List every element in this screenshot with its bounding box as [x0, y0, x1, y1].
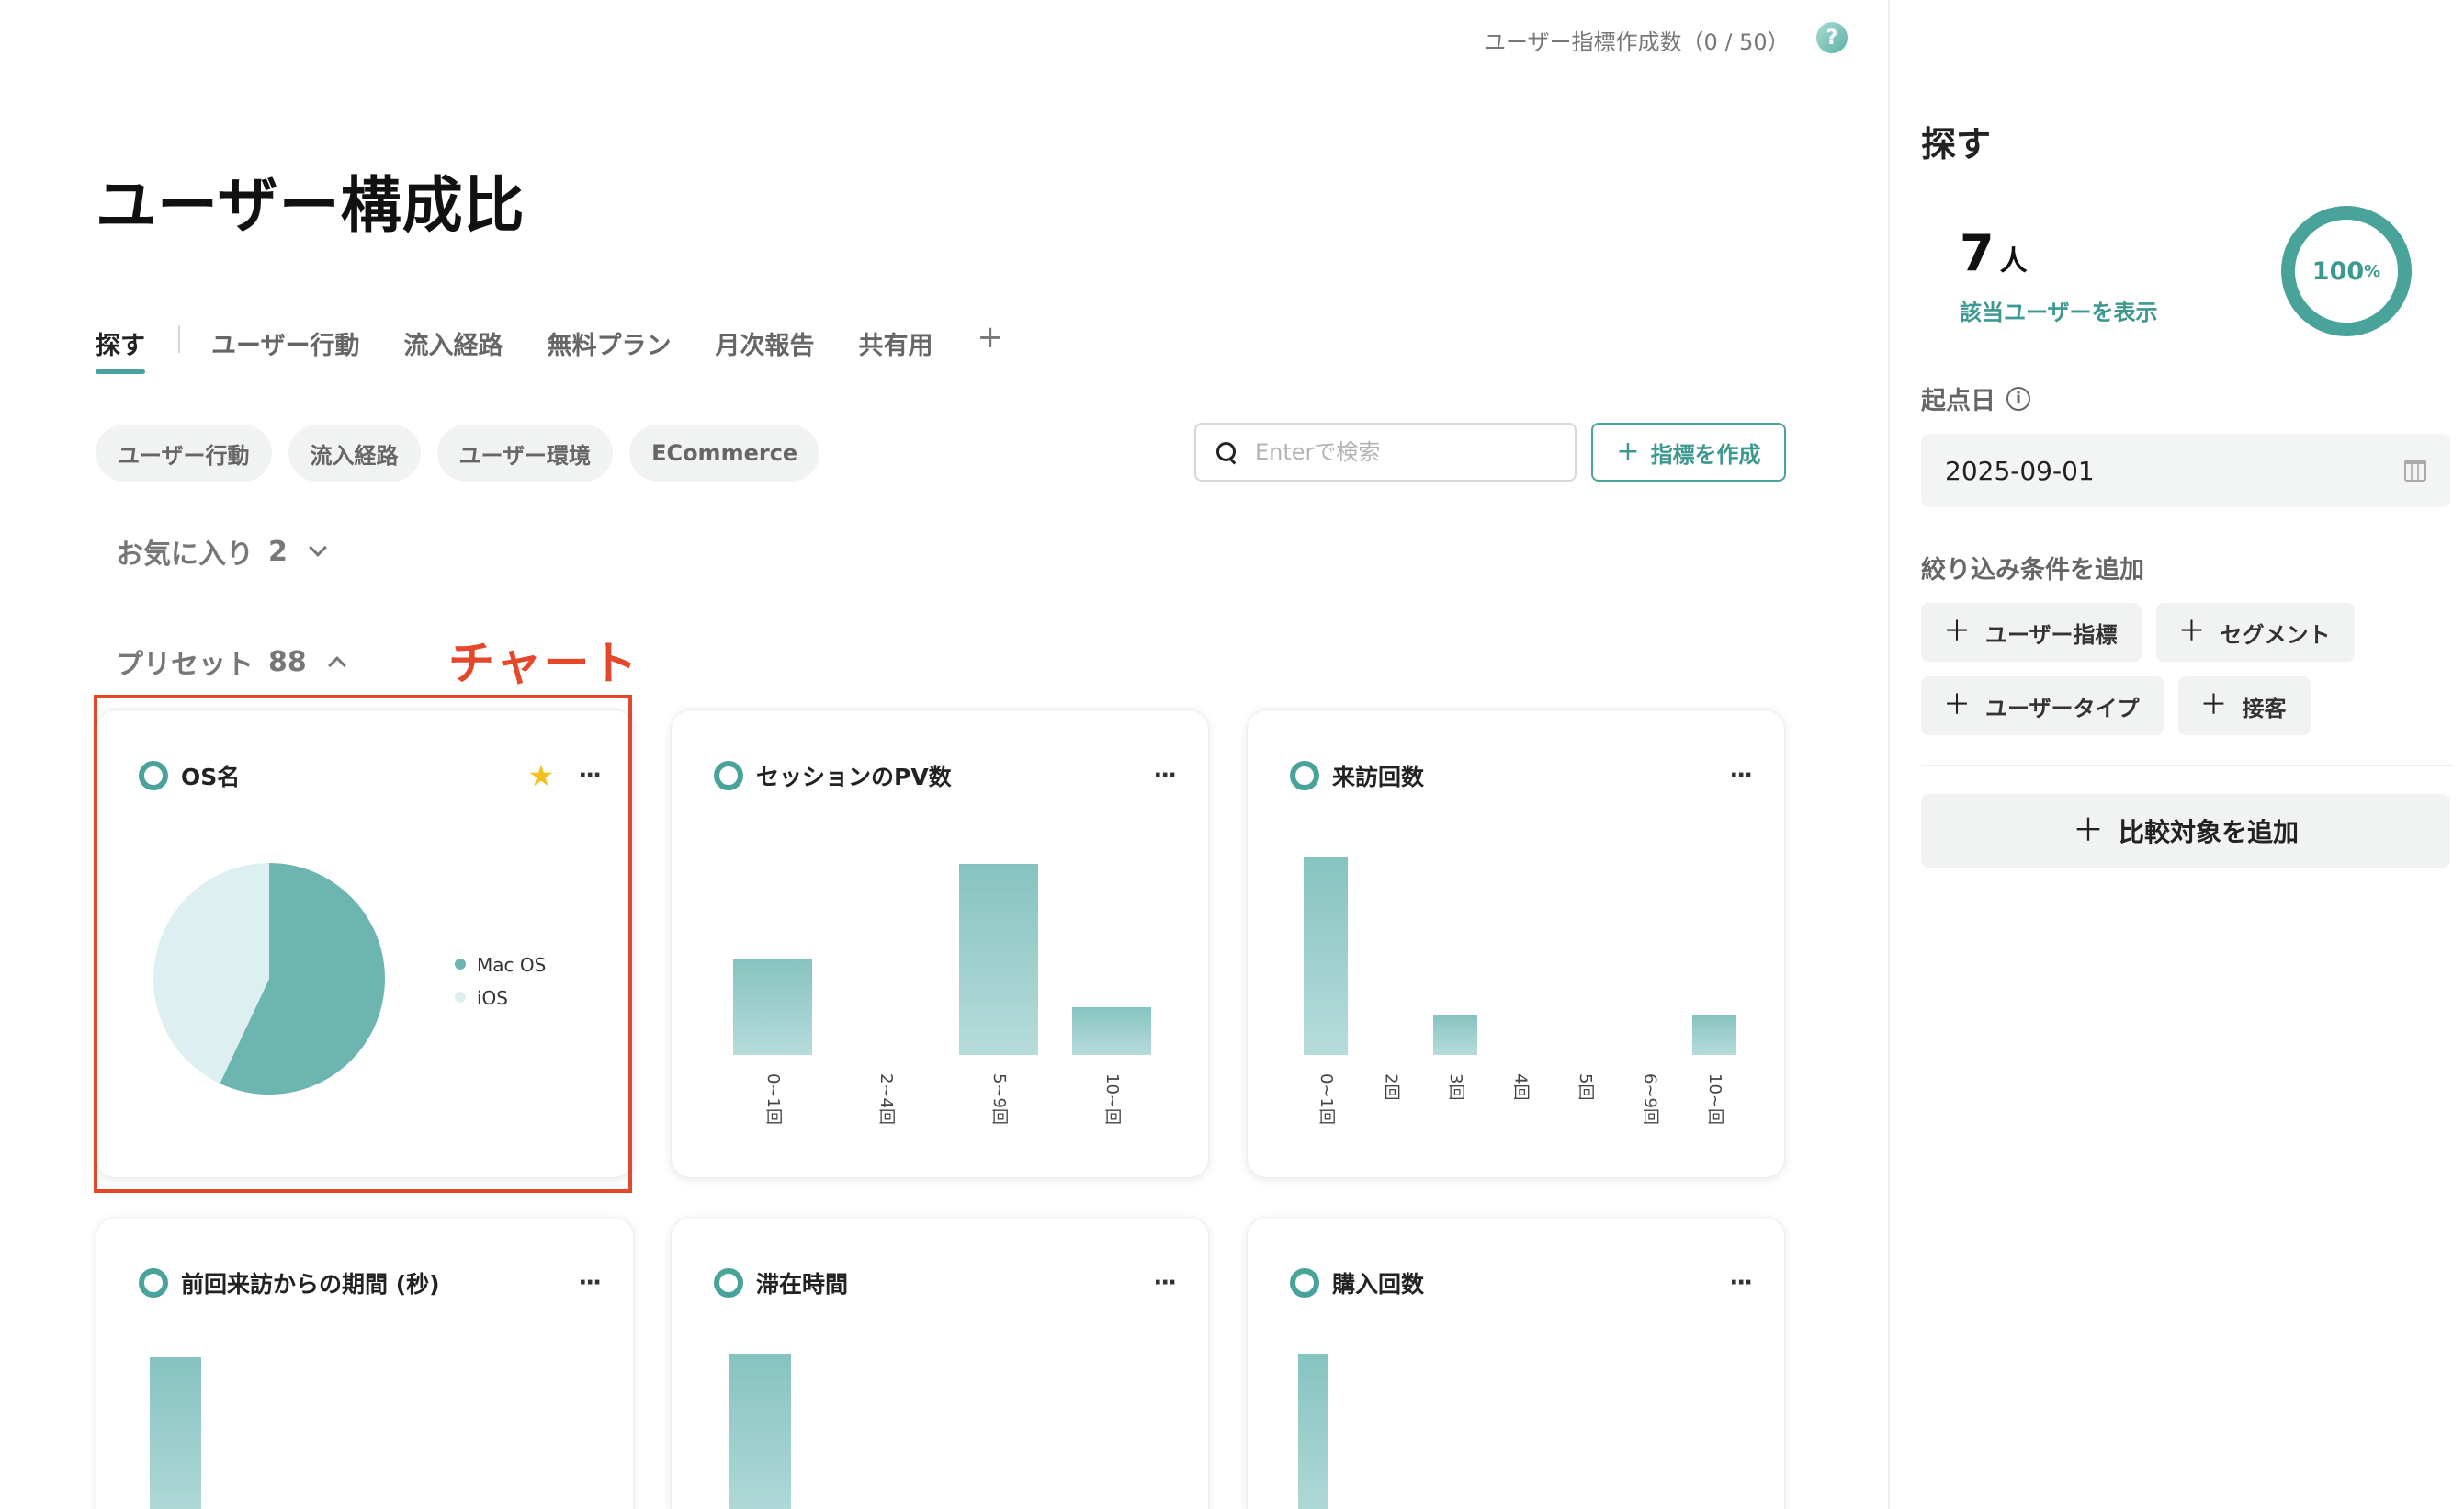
- help-icon[interactable]: ?: [1816, 22, 1848, 53]
- chevron-down-icon: [308, 539, 327, 557]
- category-chips: ユーザー行動 流入経路 ユーザー環境 ECommerce: [96, 425, 836, 482]
- chip-ecommerce[interactable]: ECommerce: [629, 425, 820, 482]
- x-tick-label: 0~1回: [1317, 1073, 1336, 1125]
- start-date-label-text: 起点日: [1921, 387, 1995, 415]
- presets-count: 88: [268, 645, 307, 678]
- tab-shared[interactable]: 共有用: [858, 322, 932, 361]
- favorites-count: 2: [268, 535, 288, 568]
- tab-explore[interactable]: 探す: [96, 322, 145, 374]
- x-tick-label: 5回: [1576, 1073, 1595, 1100]
- presets-toggle[interactable]: プリセット 88: [116, 641, 346, 682]
- add-segment-button[interactable]: ＋ セグメント: [2155, 603, 2355, 662]
- info-icon[interactable]: i: [2006, 386, 2030, 411]
- tab-monthly-report[interactable]: 月次報告: [715, 322, 814, 361]
- chip-traffic-source[interactable]: 流入経路: [288, 425, 421, 482]
- start-date-value: 2025-09-01: [1945, 455, 2095, 486]
- bar-chart: [1298, 1354, 1328, 1509]
- x-tick-label: 2~4回: [876, 1073, 896, 1125]
- bar-chart: [150, 1357, 201, 1509]
- plus-icon: ＋: [2199, 689, 2228, 721]
- plus-icon: ＋: [2072, 812, 2104, 849]
- search-input[interactable]: [1255, 439, 1549, 465]
- add-engagement-button[interactable]: ＋ 接客: [2177, 676, 2311, 735]
- annotation-highlight-box: [94, 695, 632, 1193]
- bar-2: [1433, 1015, 1477, 1055]
- bar-2: [959, 864, 1038, 1055]
- tab-free-plan[interactable]: 無料プラン: [547, 322, 671, 361]
- add-comparison-label: 比較対象を追加: [2118, 817, 2299, 847]
- presets-label: プリセット: [116, 649, 254, 681]
- coverage-ring: 100%: [2281, 206, 2412, 336]
- user-count: 7人: [1960, 224, 2028, 282]
- coverage-percent: 100: [2311, 256, 2365, 286]
- show-users-link[interactable]: 該当ユーザーを表示: [1960, 294, 2158, 326]
- x-tick-label: 10~回: [1705, 1073, 1724, 1125]
- calendar-icon[interactable]: [2404, 460, 2426, 482]
- x-tick-label: 0~1回: [763, 1073, 783, 1125]
- bar-chart: 0~1回 2回 3回 4回 5回 6~9回 10~回: [1304, 857, 1736, 1125]
- bar-chart: [729, 1354, 791, 1509]
- favorites-label: お気に入り: [116, 539, 254, 571]
- plus-icon: ＋: [1943, 689, 1971, 721]
- x-tick-label: 6~9回: [1641, 1073, 1660, 1125]
- chip-user-environment[interactable]: ユーザー環境: [436, 425, 614, 482]
- divider: [1921, 765, 2454, 766]
- create-indicator-button[interactable]: + 指標を作成: [1591, 423, 1786, 482]
- user-count-unit: 人: [1999, 245, 2028, 278]
- start-date-label: 起点日 i: [1921, 380, 2030, 416]
- add-user-type-button[interactable]: ＋ ユーザータイプ: [1921, 676, 2164, 735]
- indicator-quota: ユーザー指標作成数（0 / 50）: [1484, 29, 1790, 55]
- search-icon: [1216, 442, 1237, 462]
- chart-card-visit-count[interactable]: 来訪回数 ··· 0~1回 2回 3回 4回 5回 6~9回 10~回: [1247, 709, 1785, 1178]
- create-indicator-label: 指標を作成: [1650, 441, 1761, 468]
- filter-label: 絞り込み条件を追加: [1921, 556, 2144, 584]
- chart-card-session-pv[interactable]: セッションのPV数 ··· 0~1回 2~4回 5~9回 10~回: [671, 709, 1209, 1178]
- coverage-percent-unit: %: [2364, 261, 2381, 281]
- x-tick-label: 10~回: [1102, 1073, 1122, 1125]
- filter-button-label: 接客: [2242, 695, 2287, 721]
- chevron-up-icon: [327, 656, 346, 675]
- x-tick-label: 4回: [1511, 1073, 1531, 1100]
- plus-icon: ＋: [2177, 616, 2206, 648]
- tab-user-behavior[interactable]: ユーザー行動: [211, 322, 359, 361]
- user-count-value: 7: [1960, 224, 1995, 282]
- tab-bar: 探す ユーザー行動 流入経路 無料プラン 月次報告 共有用 +: [96, 322, 1003, 386]
- filter-button-label: セグメント: [2220, 621, 2331, 648]
- bar-3: [1072, 1007, 1151, 1055]
- add-comparison-button[interactable]: ＋ 比較対象を追加: [1921, 794, 2450, 868]
- bar-chart: 0~1回 2~4回 5~9回 10~回: [733, 864, 1151, 1125]
- bar: [729, 1354, 791, 1509]
- start-date-field[interactable]: 2025-09-01: [1921, 434, 2450, 507]
- page-title: ユーザー構成比: [96, 170, 526, 241]
- chart-card-stay-time[interactable]: 滞在時間 ···: [671, 1217, 1209, 1509]
- bar-0: [1304, 857, 1348, 1055]
- tab-separator: [178, 325, 180, 353]
- bar: [1298, 1354, 1328, 1509]
- chip-user-behavior[interactable]: ユーザー行動: [96, 425, 272, 482]
- x-tick-label: 5~9回: [989, 1073, 1009, 1125]
- x-tick-label: 3回: [1446, 1073, 1465, 1100]
- bar-6: [1692, 1015, 1736, 1055]
- filter-button-label: ユーザータイプ: [1985, 695, 2140, 721]
- right-panel: 探す 7人 該当ユーザーを表示 100% 起点日 i 2025-09-01 絞り…: [1888, 0, 2464, 1509]
- filter-button-label: ユーザー指標: [1985, 621, 2118, 648]
- annotation-label: チャート: [448, 637, 639, 690]
- tab-traffic-source[interactable]: 流入経路: [403, 322, 503, 361]
- add-user-indicator-button[interactable]: ＋ ユーザー指標: [1921, 603, 2142, 662]
- favorites-toggle[interactable]: お気に入り 2: [116, 531, 327, 572]
- filter-buttons: ＋ ユーザー指標 ＋ セグメント ＋ ユーザータイプ ＋ 接客: [1921, 603, 2454, 750]
- chart-card-purchase-count[interactable]: 購入回数 ···: [1247, 1217, 1785, 1509]
- plus-icon: ＋: [1943, 616, 1971, 648]
- bar: [150, 1357, 201, 1509]
- add-tab-icon[interactable]: +: [977, 322, 1003, 353]
- plus-icon: +: [1616, 436, 1640, 468]
- search-box: [1194, 423, 1577, 482]
- x-tick-label: 2回: [1382, 1073, 1401, 1100]
- chart-card-time-since-last-visit[interactable]: 前回来訪からの期間 (秒) ···: [96, 1217, 634, 1509]
- panel-title: 探す: [1921, 124, 1992, 165]
- bar-0: [733, 959, 812, 1055]
